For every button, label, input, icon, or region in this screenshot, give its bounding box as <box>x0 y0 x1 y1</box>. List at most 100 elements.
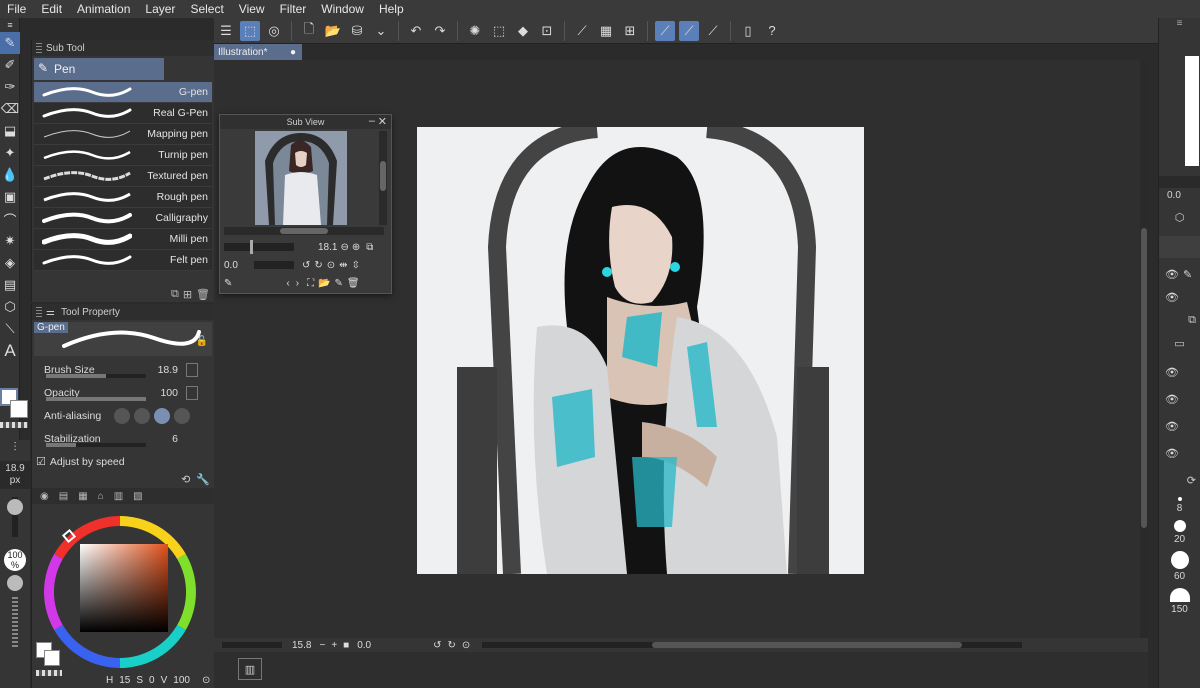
reset-icon[interactable]: ⟲ <box>181 473 190 486</box>
canvas-horizontal-scrollbar[interactable] <box>482 642 1023 648</box>
blend-tool-icon[interactable]: 💧 <box>0 164 20 186</box>
eye-icon[interactable]: 👁 <box>1165 268 1179 281</box>
intermediate-color-tab-icon[interactable]: ⌂ <box>98 491 104 502</box>
companion-phone-icon[interactable]: ▯ <box>738 21 758 41</box>
settings-wrench-icon[interactable]: 🔧 <box>196 473 210 486</box>
size-slider[interactable] <box>7 497 23 537</box>
menu-file[interactable]: File <box>0 0 34 18</box>
ruler-icon[interactable]: ⟋ <box>572 21 592 41</box>
zoom-slider[interactable] <box>222 642 282 648</box>
eraser-tool-icon[interactable]: ⌫ <box>0 98 20 120</box>
brush-item[interactable]: Felt pen <box>34 250 212 271</box>
canvas-vertical-scrollbar[interactable] <box>1140 60 1148 638</box>
fit-view-icon[interactable]: ⧉ <box>366 242 373 253</box>
zoom-value[interactable]: 15.8 <box>292 640 311 651</box>
grid-icon[interactable]: ▦ <box>596 21 616 41</box>
rotate-value[interactable]: 0.0 <box>357 640 371 651</box>
aa-medium-option[interactable] <box>154 407 170 424</box>
opacity-dynamics-icon[interactable] <box>186 385 198 400</box>
anti-aliasing-options[interactable] <box>114 407 190 424</box>
brush-item[interactable]: Calligraphy <box>34 208 212 229</box>
reset-rotation-icon[interactable]: ⊙ <box>327 260 335 271</box>
opacity-slider[interactable] <box>12 597 18 647</box>
edit-icon[interactable]: ✎ <box>335 278 343 289</box>
redo-icon[interactable]: ↷ <box>430 21 450 41</box>
menu-layer[interactable]: Layer <box>138 0 183 18</box>
layer-row[interactable]: 👁 <box>1159 291 1200 304</box>
pen-tool-icon[interactable]: ✎ <box>0 32 20 54</box>
menu-select[interactable]: Select <box>183 0 231 18</box>
opacity-slider[interactable] <box>46 397 146 401</box>
transform-icon[interactable]: ⊡ <box>537 21 557 41</box>
save-icon[interactable]: ⛁ <box>347 21 367 41</box>
stabilization-value[interactable]: 6 <box>172 433 178 445</box>
color-set-tab-icon[interactable]: ▦ <box>78 491 87 502</box>
brush-size-option[interactable]: 20 <box>1174 534 1185 545</box>
aa-weak-option[interactable] <box>134 407 150 424</box>
undo-icon[interactable]: ↶ <box>406 21 426 41</box>
open-folder-icon[interactable]: 📂 <box>323 21 343 41</box>
rotate-right-icon[interactable]: ↻ <box>314 260 322 271</box>
stabilization-slider[interactable] <box>46 443 146 447</box>
operation-tool-icon[interactable]: ⬡ <box>0 296 20 318</box>
color-mode-icon[interactable]: ⊙ <box>202 675 210 686</box>
menu-animation[interactable]: Animation <box>70 0 138 18</box>
brush-item[interactable]: Mapping pen <box>34 124 212 145</box>
brush-item[interactable]: Textured pen <box>34 166 212 187</box>
open-file-icon[interactable]: 📂 <box>318 278 330 289</box>
brush-size-dot[interactable] <box>1177 497 1182 501</box>
subtool-group-pen[interactable]: ✎ Pen <box>34 58 164 80</box>
mini-sub-color[interactable] <box>44 650 60 666</box>
text-tool-icon[interactable]: A <box>0 340 20 362</box>
flip-horizontal-icon[interactable]: ⇹ <box>339 260 347 271</box>
adjust-icon[interactable]: ⫶ <box>0 440 30 455</box>
layer-row[interactable]: 👁 <box>1159 420 1200 433</box>
flip-vertical-icon[interactable]: ⇳ <box>352 260 360 271</box>
reset-rotation-icon[interactable]: ⊙ <box>462 640 470 651</box>
eye-icon[interactable]: 👁 <box>1165 448 1179 460</box>
decoration-tool-icon[interactable]: ⬓ <box>0 120 20 142</box>
brush-tool-icon[interactable]: ✑ <box>0 76 20 98</box>
tool-property-tab[interactable]: ⚌ Tool Property <box>32 304 214 320</box>
menu-help[interactable]: Help <box>372 0 412 18</box>
sub-view-scrollbar[interactable] <box>379 131 387 225</box>
eye-icon[interactable]: 👁 <box>1165 421 1179 433</box>
sub-view-h-scrollbar[interactable] <box>224 227 384 235</box>
brush-size-option[interactable]: 150 <box>1171 604 1188 615</box>
pencil-tool-icon[interactable]: ✐ <box>0 54 20 76</box>
auto-select-tool-icon[interactable]: ✷ <box>0 230 20 252</box>
minimize-icon[interactable]: – <box>369 115 375 127</box>
zoom-in-icon[interactable]: + <box>331 640 337 651</box>
menu-edit[interactable]: Edit <box>34 0 70 18</box>
delete-subtool-icon[interactable]: 🗑 <box>196 288 210 301</box>
eye-icon[interactable]: 👁 <box>1165 292 1179 304</box>
zoom-in-icon[interactable]: ⊕ <box>352 242 360 253</box>
layer-property-icon[interactable]: ⬡ <box>1159 211 1200 224</box>
color-wheel-tab-icon[interactable]: ◉ <box>40 491 49 502</box>
rotate-left-icon[interactable]: ↺ <box>433 640 441 651</box>
layer-folder-icon[interactable]: ⧉ <box>1159 314 1200 327</box>
brush-size-dynamics-icon[interactable] <box>186 362 198 377</box>
navigator-slider[interactable] <box>1159 176 1200 188</box>
lasso-icon[interactable]: ◎ <box>264 21 284 41</box>
checkbox-icon[interactable]: ☑ <box>36 455 46 468</box>
sub-color-swatch[interactable] <box>10 400 28 418</box>
opacity-knob[interactable] <box>7 575 23 591</box>
import-image-icon[interactable]: ⛶ <box>307 278 314 289</box>
eye-icon[interactable]: 👁 <box>1165 394 1179 406</box>
eye-icon[interactable]: 👁 <box>1165 367 1179 379</box>
snap-special-ruler-icon[interactable]: ⟋ <box>679 20 699 41</box>
brush-size-value[interactable]: 18.9 <box>158 364 178 376</box>
rotate-right-icon[interactable]: ↻ <box>448 640 456 651</box>
next-icon[interactable]: › <box>296 278 299 289</box>
stop-icon[interactable]: ■ <box>343 640 349 651</box>
sub-view-rotate-slider[interactable] <box>254 261 294 269</box>
aa-none-option[interactable] <box>114 407 130 424</box>
brush-size-dot[interactable] <box>1173 520 1186 532</box>
menu-view[interactable]: View <box>232 0 273 18</box>
crop-icon[interactable]: ⊞ <box>620 21 640 41</box>
chevron-down-icon[interactable]: ⌄ <box>371 21 391 41</box>
brush-item[interactable]: G-pen <box>34 82 212 103</box>
lasso-tool-icon[interactable]: ⌒ <box>0 208 20 230</box>
brush-item[interactable]: Turnip pen <box>34 145 212 166</box>
